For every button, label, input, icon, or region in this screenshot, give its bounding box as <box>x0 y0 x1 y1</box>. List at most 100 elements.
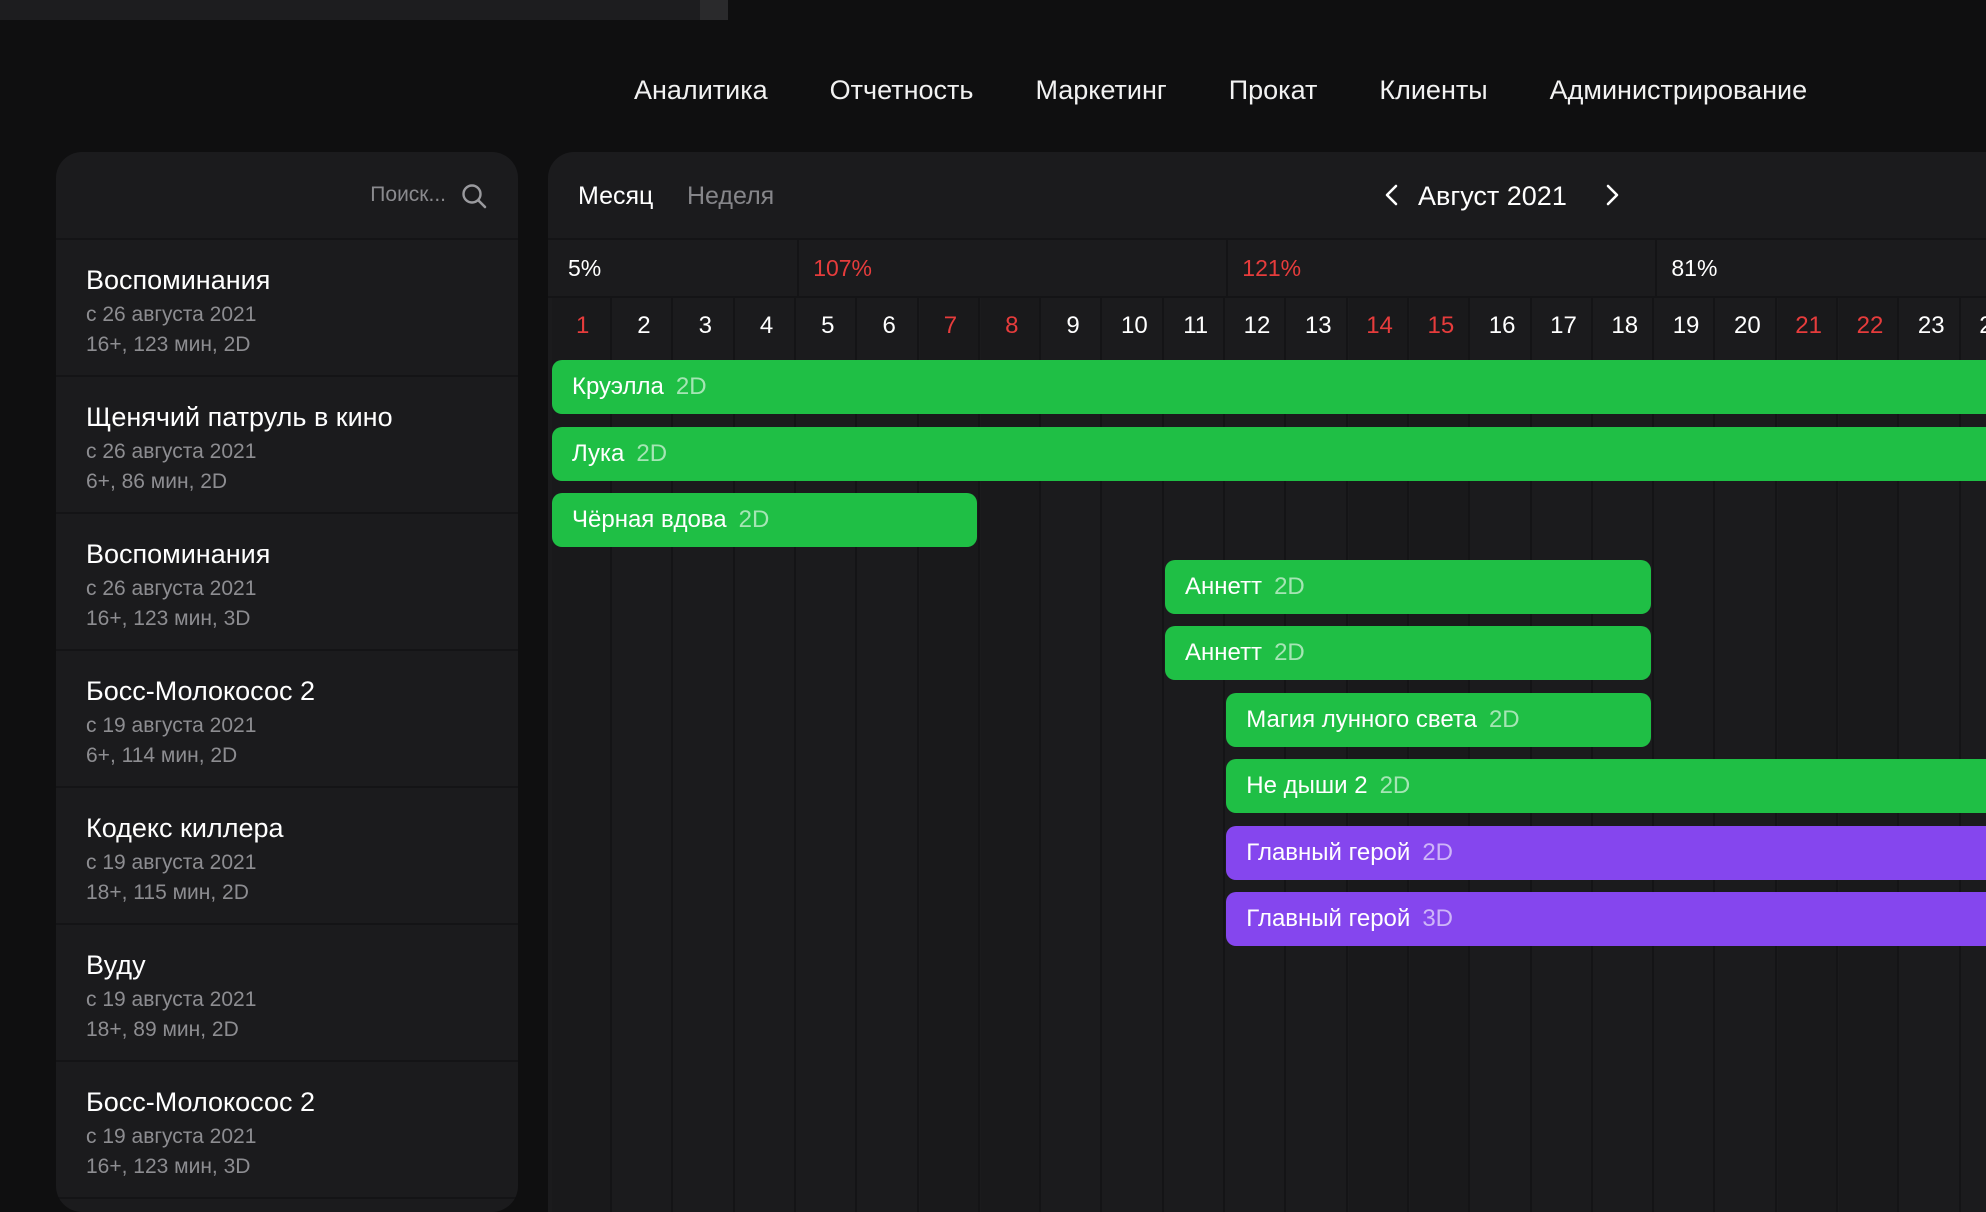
movie-release-date: с 26 августа 2021 <box>86 440 257 463</box>
day-number[interactable]: 21 <box>1778 298 1839 354</box>
screening-bar[interactable]: Магия лунного света 2D <box>1226 692 1652 747</box>
movie-title: Кодекс киллера <box>86 813 284 843</box>
week-load-percent: 107% <box>813 255 873 281</box>
movie-release-date: с 26 августа 2021 <box>86 303 257 326</box>
movie-meta: 6+, 86 мин, 2D <box>86 470 228 493</box>
week-load-percent: 121% <box>1242 255 1302 281</box>
tab-week[interactable]: Неделя <box>687 180 774 212</box>
days-row: 123456789101112131415161718192021222324 <box>548 298 1986 354</box>
screening-bar-format: 3D <box>1422 905 1453 932</box>
screening-bar-title: Магия лунного света <box>1246 705 1477 733</box>
week-load-row: 5% 107% 121% 81% <box>548 240 1986 298</box>
movie-title: Вуду <box>86 950 146 980</box>
screening-bar-title: Круэлла <box>572 373 664 400</box>
window-top-bar <box>0 0 720 20</box>
movie-list-item[interactable]: Воспоминания с 26 августа 2021 16+, 123 … <box>56 514 518 651</box>
screening-bar-format: 2D <box>1379 772 1411 799</box>
day-number[interactable]: 23 <box>1901 298 1962 354</box>
screening-bar-title: Аннетт <box>1185 572 1263 600</box>
screening-bar[interactable]: Чёрная вдова 2D <box>552 493 978 547</box>
movie-release-date: с 19 августа 2021 <box>86 988 257 1011</box>
calendar-header: Месяц Неделя Август 2021 <box>548 152 1986 240</box>
day-number[interactable]: 4 <box>736 298 797 354</box>
schedule-calendar: Месяц Неделя Август 2021 5% 107% 121% 81% 1… <box>548 152 1986 1212</box>
screening-bar[interactable]: Не дыши 2 2D <box>1226 759 1986 813</box>
screening-bar-title: Главный герой <box>1246 838 1411 866</box>
day-number[interactable]: 16 <box>1472 298 1533 354</box>
screening-bar-title: Аннетт <box>1185 639 1263 666</box>
week-load-percent: 81% <box>1671 255 1718 281</box>
movie-list-item[interactable]: Щенячий патруль в кино с 26 августа 2021… <box>56 377 518 514</box>
screening-bar-format: 2D <box>636 439 668 467</box>
day-number[interactable]: 18 <box>1594 298 1655 354</box>
day-number[interactable]: 1 <box>552 298 613 354</box>
day-number[interactable]: 24 <box>1962 298 1986 354</box>
tab-month[interactable]: Месяц <box>578 180 653 212</box>
nav-item-clients[interactable]: Клиенты <box>1379 70 1487 110</box>
screening-bar-title: Чёрная вдова <box>572 506 727 533</box>
day-number[interactable]: 10 <box>1104 298 1165 354</box>
day-number[interactable]: 6 <box>859 298 920 354</box>
movie-title: Воспоминания <box>86 265 271 295</box>
screening-bar[interactable]: Аннетт 2D <box>1165 626 1652 680</box>
week-divider <box>1226 240 1229 296</box>
screening-bar[interactable]: Лука 2D <box>552 426 1986 481</box>
screening-bar-format: 2D <box>1488 705 1520 733</box>
week-load-percent: 5% <box>568 255 602 281</box>
day-number[interactable]: 7 <box>920 298 981 354</box>
movie-release-date: с 19 августа 2021 <box>86 851 257 874</box>
screening-bar-title: Не дыши 2 <box>1246 772 1368 799</box>
movie-meta: 18+, 89 мин, 2D <box>86 1018 239 1041</box>
day-number[interactable]: 13 <box>1288 298 1349 354</box>
movie-list-item[interactable]: Босс-Молокосос 2 с 19 августа 2021 16+, … <box>56 1062 518 1199</box>
movie-sidebar: Воспоминания с 26 августа 2021 16+, 123 … <box>56 152 518 1212</box>
day-number[interactable]: 17 <box>1533 298 1594 354</box>
day-number[interactable]: 8 <box>981 298 1042 354</box>
screening-bar[interactable]: Круэлла 2D <box>552 360 1986 414</box>
movie-list-item[interactable]: Кодекс киллера с 19 августа 2021 18+, 11… <box>56 788 518 925</box>
screening-bar-format: 2D <box>1422 838 1453 866</box>
screening-bar-title: Главный герой <box>1246 905 1411 932</box>
day-number[interactable]: 2 <box>613 298 674 354</box>
day-number[interactable]: 19 <box>1655 298 1716 354</box>
screening-bar-format: 2D <box>675 373 707 400</box>
movie-release-date: с 19 августа 2021 <box>86 1125 257 1148</box>
day-number[interactable]: 22 <box>1839 298 1900 354</box>
window-top-marker <box>700 0 728 20</box>
nav-item-reports[interactable]: Отчетность <box>830 70 974 110</box>
movie-release-date: с 26 августа 2021 <box>86 577 257 600</box>
screening-bar[interactable]: Главный герой 3D <box>1226 892 1986 946</box>
screening-bar[interactable]: Главный герой 2D <box>1226 825 1986 880</box>
week-divider <box>1655 240 1658 296</box>
movie-meta: 16+, 123 мин, 3D <box>86 607 251 630</box>
movie-list-item[interactable]: Воспоминания с 26 августа 2021 16+, 123 … <box>56 240 518 377</box>
day-number[interactable]: 5 <box>797 298 858 354</box>
movie-meta: 6+, 114 мин, 2D <box>86 744 238 767</box>
day-number[interactable]: 15 <box>1410 298 1471 354</box>
main-nav: Аналитика Отчетность Маркетинг Прокат Кл… <box>634 70 1807 110</box>
search-input[interactable] <box>284 182 448 208</box>
screening-bar-format: 2D <box>738 506 770 533</box>
chevron-left-icon[interactable] <box>1378 180 1406 210</box>
movie-title: Воспоминания <box>86 539 271 569</box>
screening-bar[interactable]: Аннетт 2D <box>1165 559 1652 614</box>
movie-title: Босс-Молокосос 2 <box>86 1087 315 1117</box>
search-icon[interactable] <box>460 182 488 210</box>
nav-item-analytics[interactable]: Аналитика <box>634 70 768 110</box>
day-number[interactable]: 11 <box>1165 298 1226 354</box>
chevron-right-icon[interactable] <box>1598 180 1626 210</box>
day-number[interactable]: 14 <box>1349 298 1410 354</box>
day-number[interactable]: 12 <box>1226 298 1287 354</box>
nav-item-distribution[interactable]: Прокат <box>1229 70 1318 110</box>
month-title: Август 2021 <box>1418 181 1567 211</box>
movie-list-item[interactable]: Вуду с 19 августа 2021 18+, 89 мин, 2D <box>56 925 518 1062</box>
week-divider <box>797 240 800 296</box>
day-number[interactable]: 9 <box>1042 298 1103 354</box>
nav-item-administration[interactable]: Администрирование <box>1550 70 1807 110</box>
nav-item-marketing[interactable]: Маркетинг <box>1035 70 1166 110</box>
movie-list-item[interactable]: Босс-Молокосос 2 с 19 августа 2021 6+, 1… <box>56 651 518 788</box>
day-number[interactable]: 20 <box>1717 298 1778 354</box>
day-number[interactable]: 3 <box>675 298 736 354</box>
screening-bar-title: Лука <box>572 439 625 467</box>
movie-meta: 16+, 123 мин, 3D <box>86 1155 251 1178</box>
